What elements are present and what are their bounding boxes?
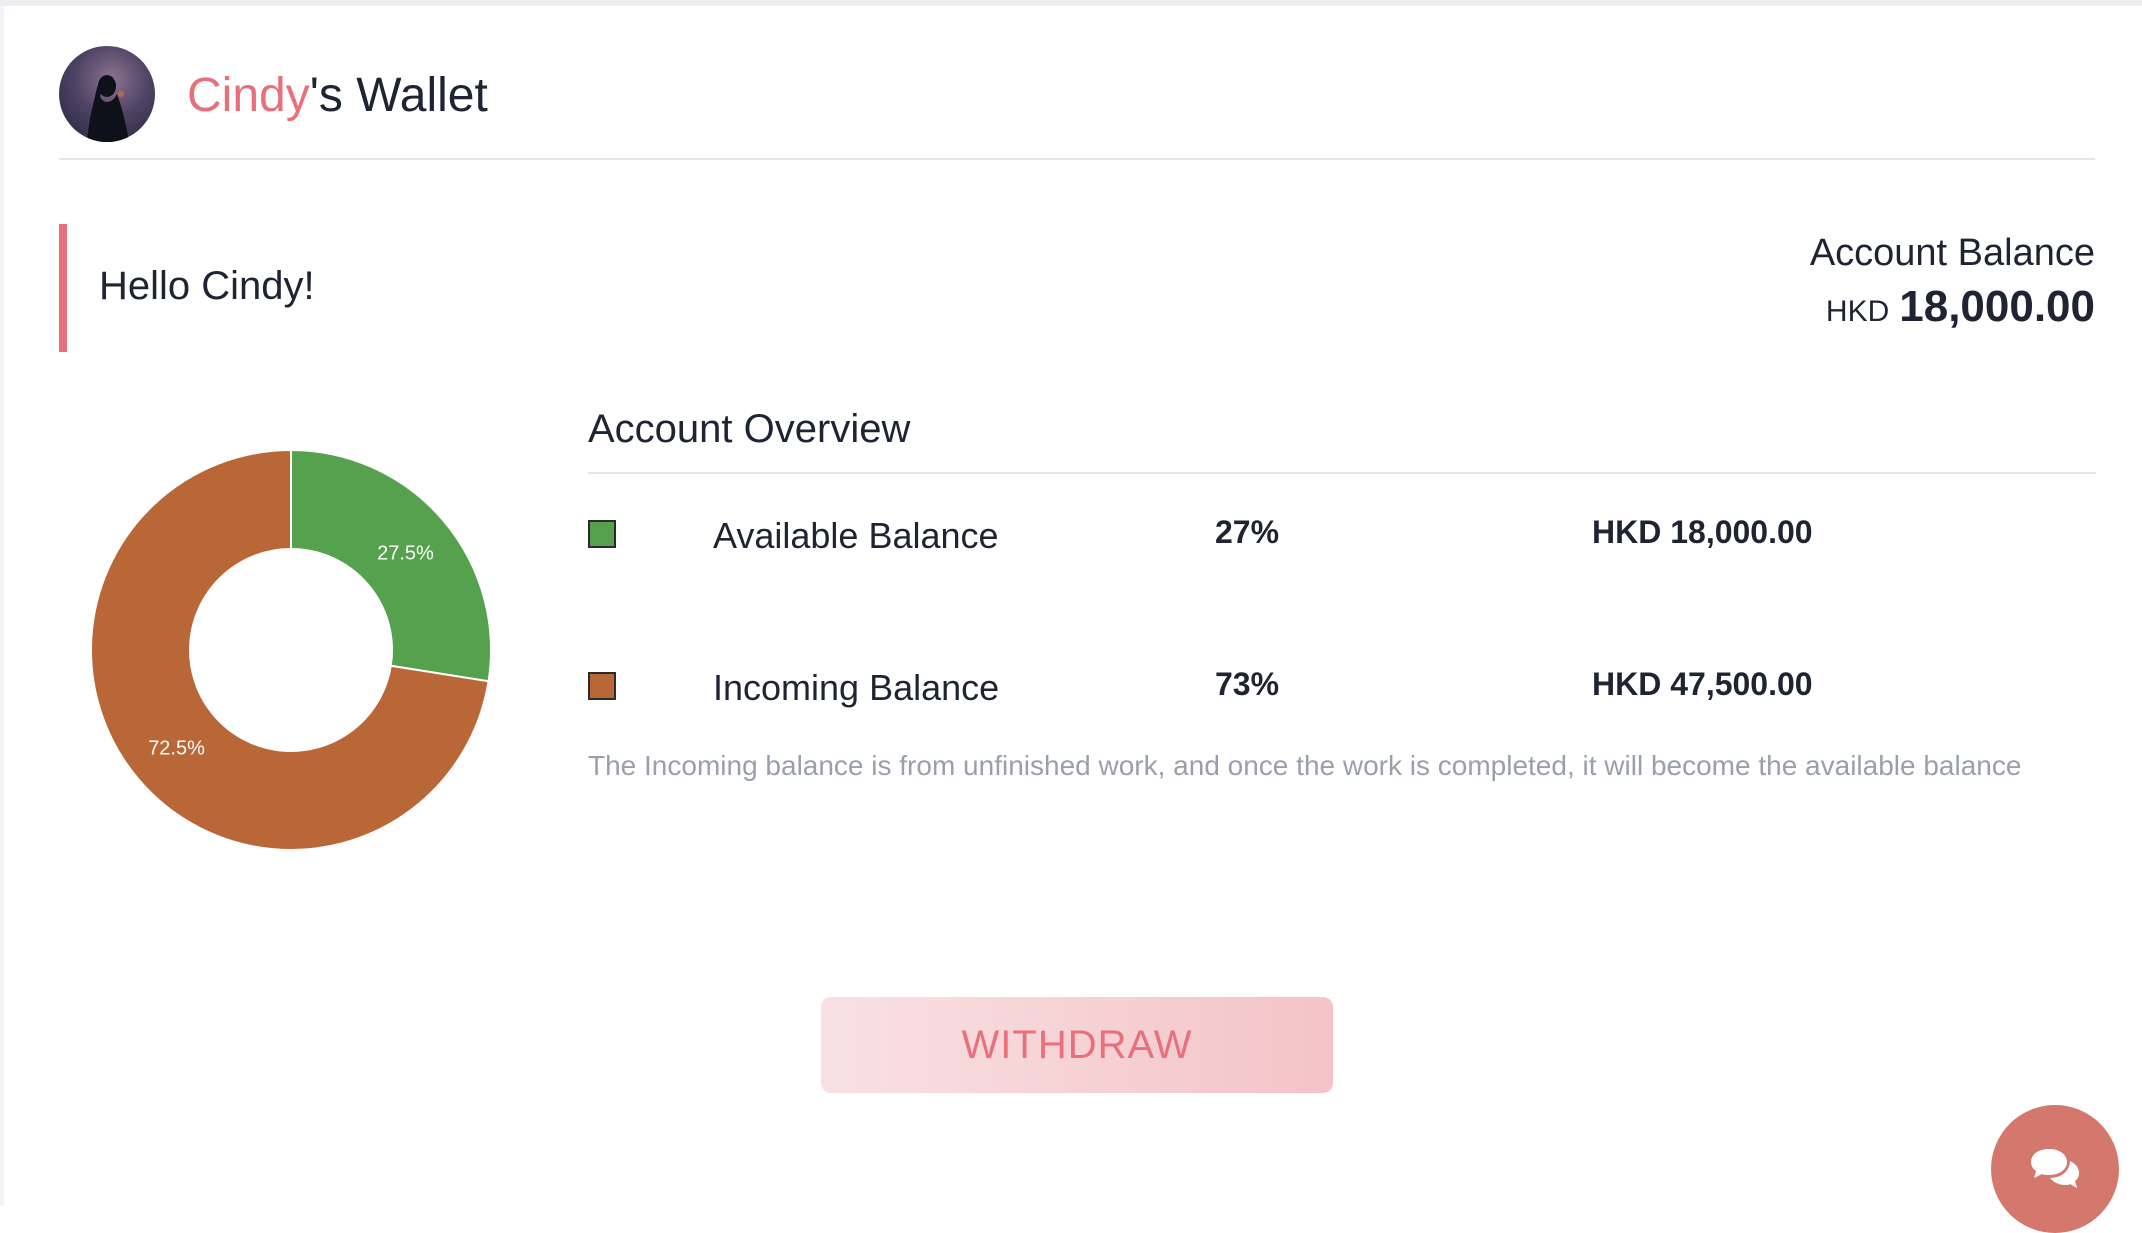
legend-swatch-available [588, 520, 616, 548]
title-name: Cindy [187, 69, 310, 122]
donut-label-incoming: 72.5% [148, 738, 205, 760]
row-percent: 27% [1215, 514, 1280, 550]
avatar[interactable] [59, 46, 155, 142]
legend-swatch-incoming [588, 672, 616, 700]
greeting-text: Hello Cindy! [99, 264, 315, 308]
donut-label-available: 27.5% [377, 542, 434, 564]
row-label: Incoming Balance [713, 667, 1000, 708]
user-avatar-silhouette-icon [87, 75, 129, 142]
top-border [0, 0, 2142, 6]
page-title: Cindy's Wallet [187, 68, 488, 124]
title-suffix: 's Wallet [309, 69, 488, 122]
overview-title: Account Overview [588, 407, 911, 451]
withdraw-button[interactable]: WITHDRAW [821, 997, 1333, 1093]
greeting-accent-bar [59, 224, 67, 352]
donut-slice-available [290, 448, 492, 683]
chat-bubbles-icon [2031, 1149, 2079, 1188]
row-percent: 73% [1215, 666, 1280, 702]
incoming-balance-note: The Incoming balance is from unfinished … [588, 750, 2022, 781]
overview-row-available: Available Balance 27% HKD 18,000.00 [588, 505, 2096, 565]
balance-donut-chart: 27.5% 72.5% [90, 448, 492, 851]
row-amount: HKD 18,000.00 [1592, 514, 1813, 550]
left-border [0, 6, 4, 1206]
overview-divider [588, 472, 2096, 474]
wallet-header: Cindy's Wallet [59, 46, 2095, 160]
account-balance-currency: HKD [1825, 295, 1890, 328]
chat-button[interactable] [1991, 1105, 2119, 1233]
account-balance-amount: 18,000.00 [1899, 282, 2095, 331]
row-amount: HKD 47,500.00 [1592, 666, 1813, 702]
account-balance-label: Account Balance [1809, 232, 2095, 274]
account-balance-value: HKD 18,000.00 [1826, 282, 2095, 332]
overview-row-incoming: Incoming Balance 73% HKD 47,500.00 [588, 657, 2096, 717]
row-label: Available Balance [713, 515, 999, 556]
